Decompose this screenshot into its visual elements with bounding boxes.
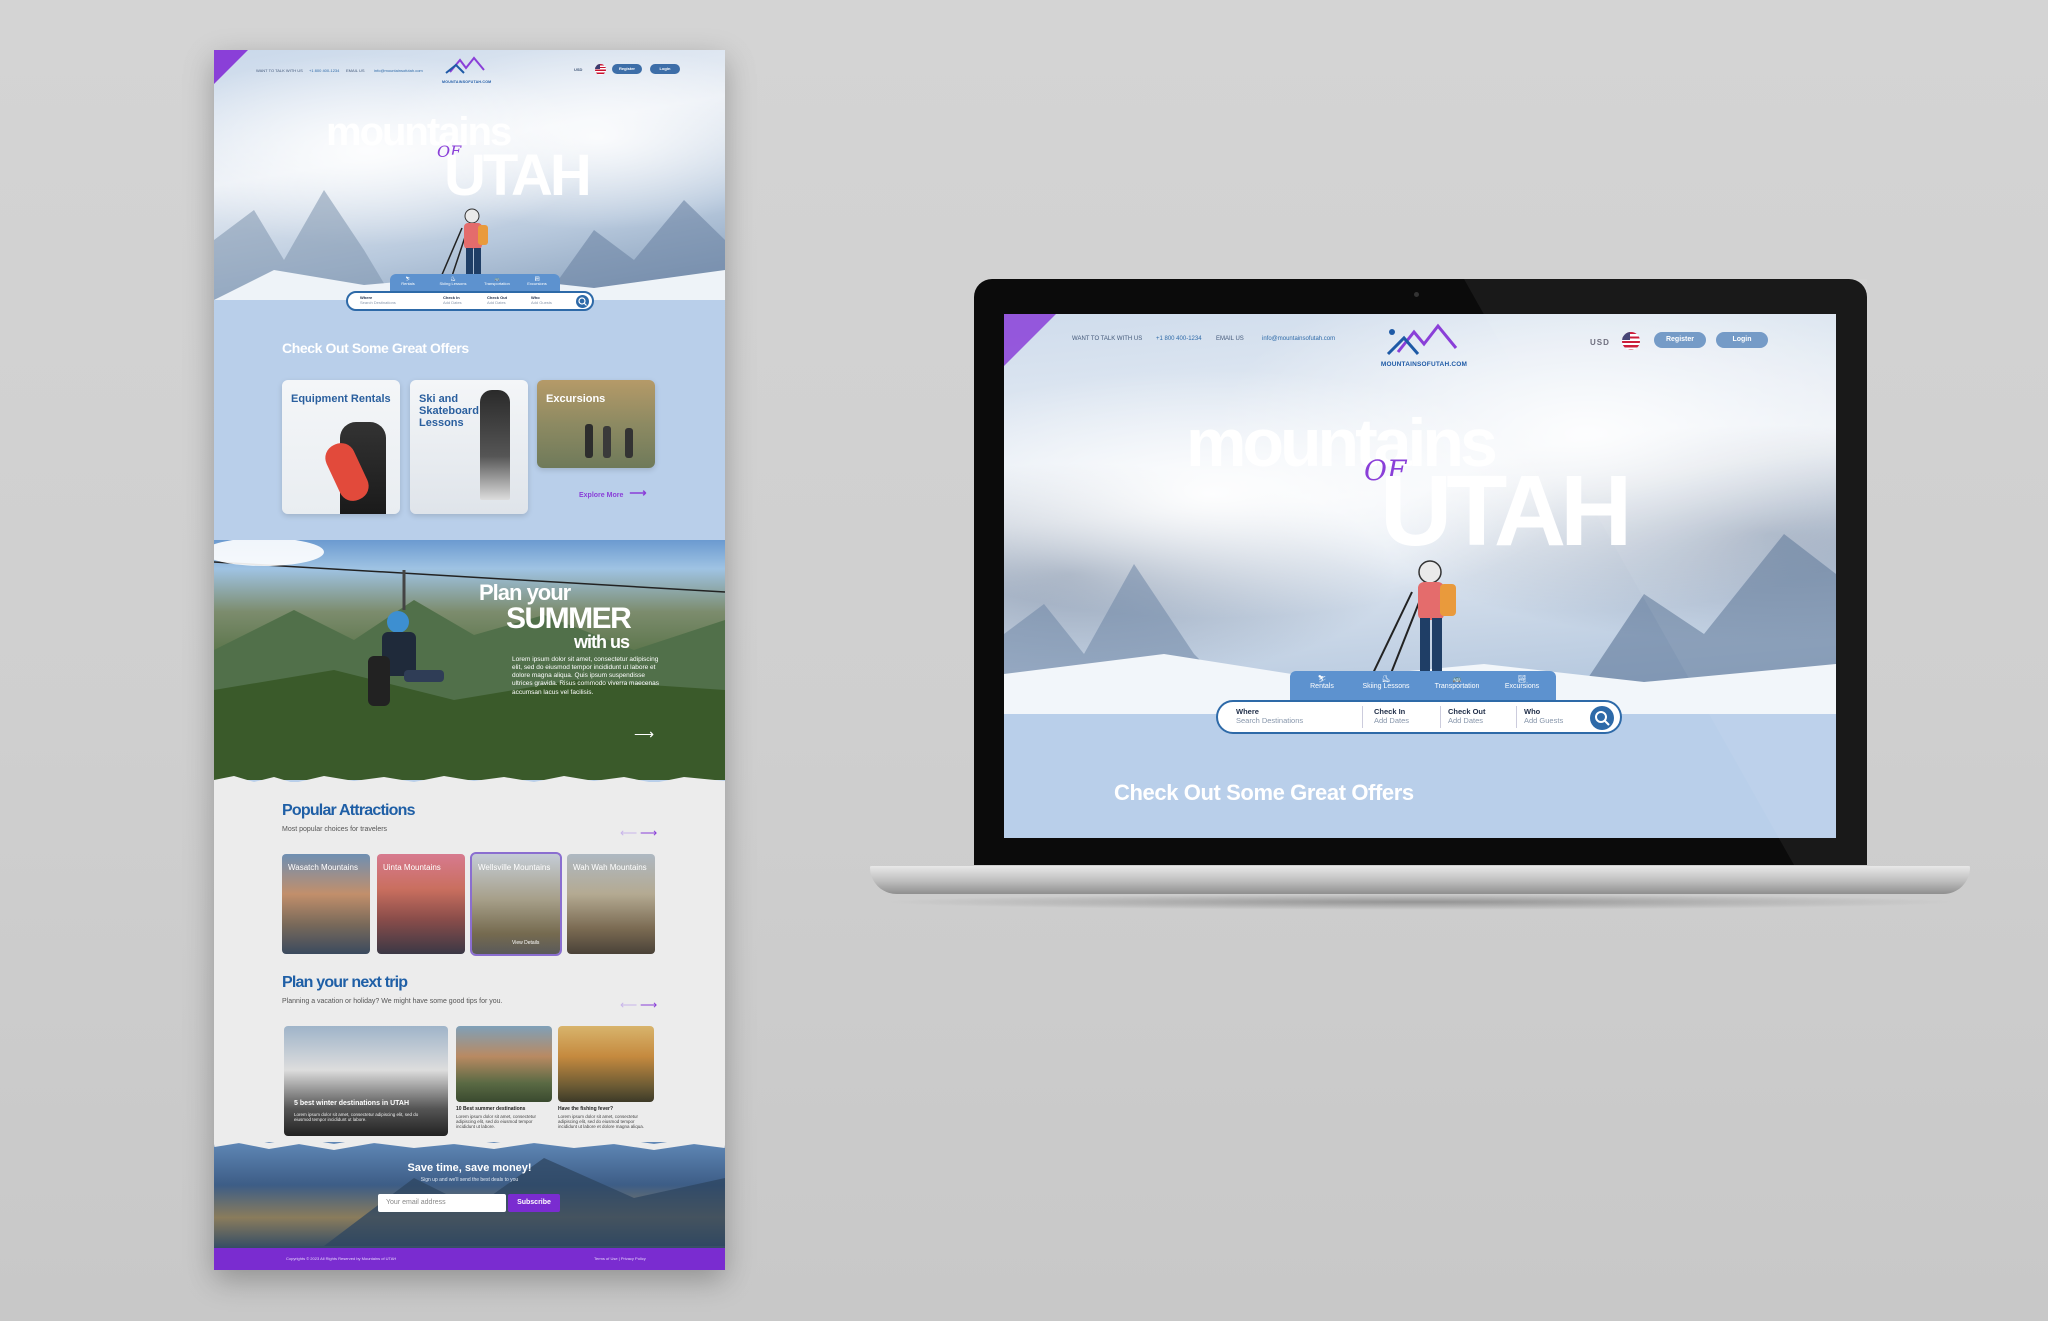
hero-banner: WANT TO TALK WITH US +1 800 400-1234 EMA… bbox=[214, 50, 725, 311]
trip-card-title: 10 Best summer destinations bbox=[456, 1106, 526, 1112]
trip-card-fishing[interactable] bbox=[558, 1026, 654, 1102]
summer-title-line3: with us bbox=[574, 632, 630, 652]
logo-text: MOUNTAINSOFUTAH.COM bbox=[442, 80, 492, 84]
attractions-subheading: Most popular choices for travelers bbox=[282, 826, 388, 833]
tab-skiing-lessons[interactable]: ⛸ Skiing Lessons bbox=[436, 276, 470, 286]
flag-us-icon[interactable] bbox=[595, 64, 606, 75]
arrow-left-icon[interactable]: ⟵ bbox=[620, 826, 637, 840]
logo[interactable]: MOUNTAINSOFUTAH.COM bbox=[442, 56, 502, 84]
view-details-link[interactable]: View Details bbox=[512, 940, 539, 946]
footer-copyright: Copyrights © 2023 All Rights Reserved by… bbox=[286, 1256, 397, 1261]
arrow-right-icon: ⟶ bbox=[629, 486, 647, 500]
trip-card-title: Have the fishing fever? bbox=[558, 1106, 614, 1112]
search-button[interactable] bbox=[576, 295, 589, 308]
attraction-card-uinta[interactable]: Uinta Mountains bbox=[377, 854, 465, 954]
corner-accent bbox=[214, 50, 248, 84]
footer: Copyrights © 2023 All Rights Reserved by… bbox=[214, 1248, 725, 1270]
logo-mountain-icon bbox=[445, 56, 485, 74]
offer-card-title: Equipment Rentals bbox=[291, 393, 391, 405]
offer-card-excursions[interactable]: Excursions bbox=[537, 380, 655, 468]
attraction-card-wasatch[interactable]: Wasatch Mountains bbox=[282, 854, 370, 954]
tab-excursions-label: Excursions bbox=[527, 281, 547, 286]
full-page-mockup: WANT TO TALK WITH US +1 800 400-1234 EMA… bbox=[214, 50, 725, 1270]
offer-photo-skier bbox=[480, 390, 510, 500]
phone-link[interactable]: +1 800 400-1234 bbox=[309, 68, 339, 73]
who-field[interactable]: Who Add Guests bbox=[531, 295, 552, 305]
where-field[interactable]: Where Search Destinations bbox=[360, 295, 396, 305]
arrow-right-icon[interactable]: ⟶ bbox=[640, 826, 657, 840]
attractions-heading: Popular Attractions bbox=[282, 802, 415, 819]
newsletter-mountains bbox=[214, 1138, 725, 1246]
attraction-title: Wellsville Mountains bbox=[478, 863, 551, 872]
email-label: EMAIL US bbox=[346, 68, 365, 73]
trip-subheading: Planning a vacation or holiday? We might… bbox=[282, 998, 503, 1005]
attraction-title: Wasatch Mountains bbox=[288, 863, 358, 872]
newsletter-email-input[interactable]: Your email address bbox=[378, 1194, 506, 1212]
summer-body: Lorem ipsum dolor sit amet, consectetur … bbox=[512, 656, 660, 696]
trip-card-text: Lorem ipsum dolor sit amet, consectetur … bbox=[294, 1112, 419, 1122]
offers-heading: Check Out Some Great Offers bbox=[282, 340, 469, 356]
tab-excursions[interactable]: 🏞 Excursions bbox=[520, 276, 554, 286]
zipliner-figure bbox=[368, 570, 444, 706]
trip-card-winter[interactable]: 5 best winter destinations in UTAH Lorem… bbox=[284, 1026, 448, 1136]
tab-transportation[interactable]: 🚌 Transportation bbox=[478, 276, 516, 286]
currency-select[interactable]: USD bbox=[574, 67, 582, 72]
footer-links[interactable]: Terms of Use | Privacy Policy bbox=[594, 1256, 646, 1261]
summer-banner: Plan your SUMMER with us Lorem ipsum dol… bbox=[214, 540, 725, 780]
subscribe-button[interactable]: Subscribe bbox=[508, 1194, 560, 1212]
trip-heading: Plan your next trip bbox=[282, 974, 408, 991]
offer-photo-hiker bbox=[585, 424, 593, 458]
arrow-right-icon[interactable]: ⟶ bbox=[640, 998, 657, 1012]
checkin-placeholder: Add Dates bbox=[443, 300, 462, 305]
checkin-field[interactable]: Check In Add Dates bbox=[443, 295, 462, 305]
offer-card-equipment[interactable]: Equipment Rentals bbox=[282, 380, 400, 514]
screen-glare bbox=[1464, 279, 1867, 865]
trip-card-text: Lorem ipsum dolor sit amet, consectetur … bbox=[456, 1114, 537, 1129]
torn-edge bbox=[214, 776, 725, 786]
explore-more-link[interactable]: Explore More ⟶ bbox=[579, 486, 647, 500]
trip-card-text: Lorem ipsum dolor sit amet, consectetur … bbox=[558, 1114, 645, 1129]
newsletter-heading: Save time, save money! bbox=[407, 1162, 532, 1174]
offer-photo-hiker bbox=[603, 426, 611, 458]
login-button[interactable]: Login bbox=[650, 64, 680, 74]
attraction-title: Uinta Mountains bbox=[383, 863, 441, 872]
explore-more-label: Explore More bbox=[579, 492, 624, 499]
who-placeholder: Add Guests bbox=[531, 300, 552, 305]
trip-card-summer[interactable] bbox=[456, 1026, 552, 1102]
newsletter-banner: Save time, save money! Sign up and we'll… bbox=[214, 1138, 725, 1250]
search-bar: Where Search Destinations Check In Add Dat… bbox=[346, 291, 594, 311]
attraction-title: Wah Wah Mountains bbox=[573, 863, 647, 872]
search-icon bbox=[578, 297, 587, 306]
tab-transport-label: Transportation bbox=[484, 281, 510, 286]
offer-card-title: Excursions bbox=[546, 393, 606, 405]
light-section: Popular Attractions Most popular choices… bbox=[214, 776, 725, 1142]
attractions-carousel: Wasatch Mountains Uinta Mountains Wellsv… bbox=[282, 852, 658, 956]
tab-skiing-label: Skiing Lessons bbox=[439, 281, 467, 286]
offer-card-lessons[interactable]: Ski and Skateboard Lessons bbox=[410, 380, 528, 514]
checkout-field[interactable]: Check Out Add Dates bbox=[487, 295, 507, 305]
laptop-base bbox=[870, 866, 1970, 894]
where-placeholder: Search Destinations bbox=[360, 300, 396, 305]
checkout-placeholder: Add Dates bbox=[487, 300, 506, 305]
summer-title-line2: SUMMER bbox=[506, 602, 632, 635]
register-button[interactable]: Register bbox=[612, 64, 642, 74]
tab-rentals-label: Rentals bbox=[401, 281, 415, 286]
attraction-card-wellsville[interactable]: Wellsville Mountains View Details bbox=[470, 852, 562, 956]
laptop-shadow bbox=[880, 894, 1960, 910]
offer-photo-hiker bbox=[625, 428, 633, 458]
service-tabs: ⛷ Rentals ⛸ Skiing Lessons 🚌 Transportation… bbox=[390, 274, 560, 292]
contact-label: WANT TO TALK WITH US bbox=[256, 68, 303, 73]
email-link[interactable]: info@mountainsofutah.com bbox=[374, 68, 423, 73]
newsletter-subheading: Sign up and we'll send the best deals to… bbox=[420, 1177, 519, 1183]
attraction-card-wahwah[interactable]: Wah Wah Mountains bbox=[567, 854, 655, 954]
offer-card-title: Ski and Skateboard Lessons bbox=[419, 393, 479, 430]
trip-card-title: 5 best winter destinations in UTAH bbox=[294, 1100, 409, 1107]
arrow-right-icon[interactable]: ⟶ bbox=[634, 726, 654, 743]
tab-rentals[interactable]: ⛷ Rentals bbox=[396, 276, 420, 286]
arrow-left-icon[interactable]: ⟵ bbox=[620, 998, 637, 1012]
